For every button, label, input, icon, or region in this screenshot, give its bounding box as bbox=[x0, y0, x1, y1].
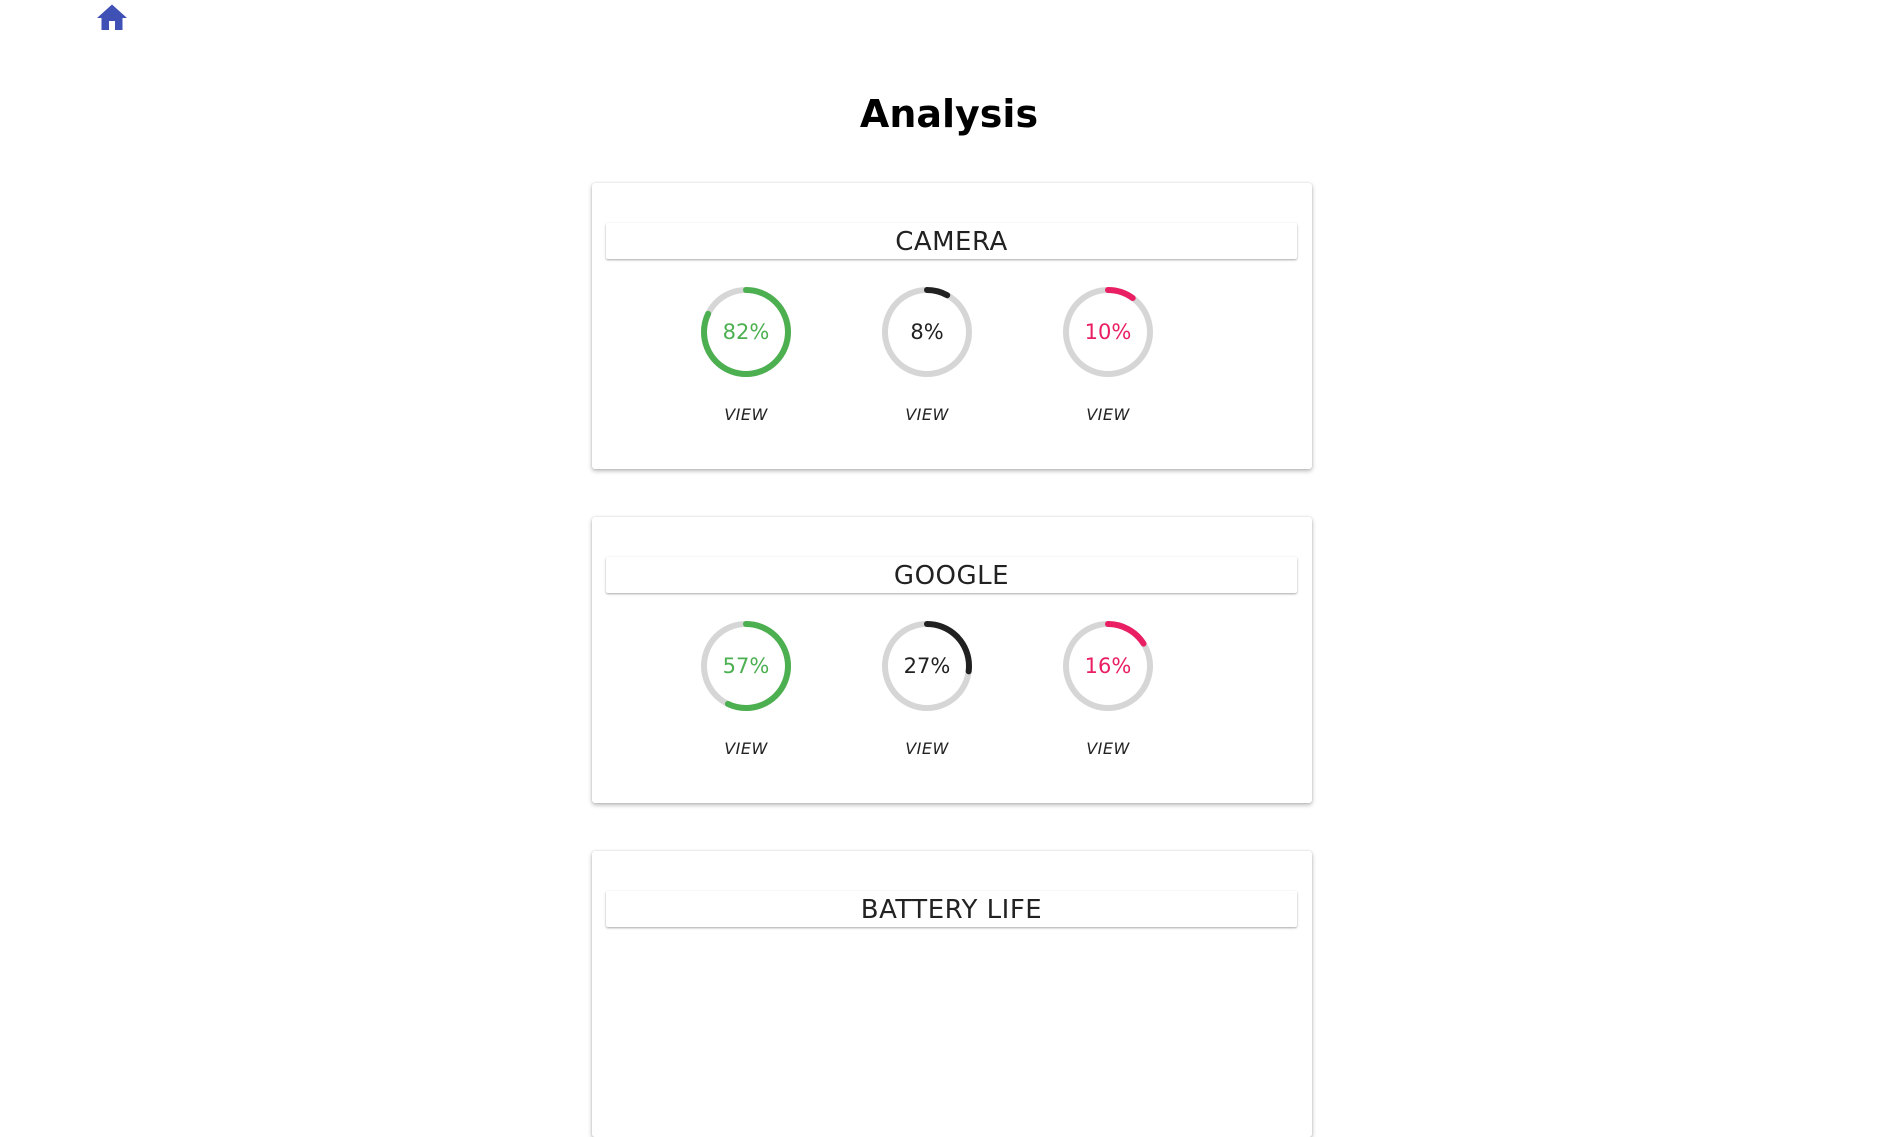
gauge-value: 82% bbox=[722, 320, 770, 344]
view-button[interactable]: VIEW bbox=[881, 405, 973, 424]
progress-gauge: 16% bbox=[1062, 620, 1154, 712]
card-title: GOOGLE bbox=[606, 557, 1297, 593]
progress-gauge: 10% bbox=[1062, 286, 1154, 378]
view-button[interactable]: VIEW bbox=[1062, 405, 1154, 424]
gauge-value: 8% bbox=[910, 320, 944, 344]
analysis-card: CAMERA 82% VIEW 8% VIEW 10% VIEW bbox=[592, 183, 1312, 469]
gauge-value: 10% bbox=[1084, 320, 1132, 344]
view-button[interactable]: VIEW bbox=[1062, 739, 1154, 758]
view-button[interactable]: VIEW bbox=[700, 405, 792, 424]
page-title: Analysis bbox=[859, 92, 1039, 136]
gauge-value: 57% bbox=[722, 654, 770, 678]
view-button[interactable]: VIEW bbox=[881, 739, 973, 758]
analysis-card: GOOGLE 57% VIEW 27% VIEW 16% VIEW bbox=[592, 517, 1312, 803]
card-title: BATTERY LIFE bbox=[606, 891, 1297, 927]
view-button[interactable]: VIEW bbox=[700, 739, 792, 758]
home-icon[interactable] bbox=[94, 0, 130, 36]
progress-gauge: 57% bbox=[700, 620, 792, 712]
progress-gauge: 82% bbox=[700, 286, 792, 378]
gauge-value: 16% bbox=[1084, 654, 1132, 678]
card-title: CAMERA bbox=[606, 223, 1297, 259]
progress-gauge: 8% bbox=[881, 286, 973, 378]
analysis-card: BATTERY LIFE bbox=[592, 851, 1312, 1137]
progress-gauge: 27% bbox=[881, 620, 973, 712]
gauge-value: 27% bbox=[903, 654, 951, 678]
